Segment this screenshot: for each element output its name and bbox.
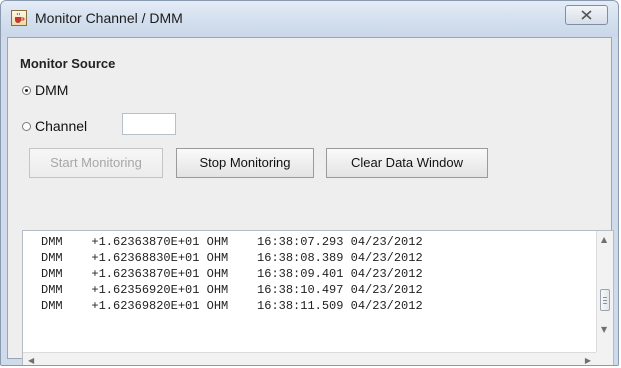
close-button[interactable] — [565, 5, 608, 25]
resize-grip-icon[interactable] — [596, 352, 613, 365]
clear-data-window-button[interactable]: Clear Data Window — [326, 148, 488, 178]
monitor-source-label: Monitor Source — [20, 56, 116, 71]
log-line: DMM +1.62363870E+01 OHM 16:38:09.401 04/… — [41, 267, 423, 281]
grip-line — [603, 303, 607, 304]
data-window[interactable]: DMM +1.62363870E+01 OHM 16:38:07.293 04/… — [22, 230, 614, 365]
close-icon — [581, 10, 592, 20]
radio-dmm-label: DMM — [35, 82, 69, 98]
monitor-window: Monitor Channel / DMM Monitor Source DMM… — [0, 0, 619, 366]
horizontal-scrollbar[interactable]: ◀ ▶ — [23, 352, 597, 365]
grip-line — [603, 297, 607, 298]
grip-line — [603, 300, 607, 301]
title-bar[interactable]: Monitor Channel / DMM — [1, 1, 618, 37]
window-title: Monitor Channel / DMM — [35, 10, 183, 26]
log-line: DMM +1.62356920E+01 OHM 16:38:10.497 04/… — [41, 283, 423, 297]
radio-indicator[interactable] — [22, 122, 31, 131]
scroll-right-icon[interactable]: ▶ — [585, 356, 591, 365]
vertical-scroll-thumb[interactable] — [600, 289, 610, 311]
vertical-scrollbar[interactable]: ▲ ▼ — [596, 231, 613, 353]
radio-channel[interactable]: Channel — [22, 118, 87, 134]
radio-channel-label: Channel — [35, 118, 88, 134]
radio-indicator[interactable] — [22, 86, 31, 95]
channel-input[interactable] — [122, 113, 176, 135]
log-line: DMM +1.62368830E+01 OHM 16:38:08.389 04/… — [41, 251, 423, 265]
radio-dmm[interactable]: DMM — [22, 82, 68, 98]
scroll-down-icon[interactable]: ▼ — [601, 325, 607, 334]
client-area: Monitor Source DMM Channel Start Monitor… — [7, 37, 614, 365]
start-monitoring-button[interactable]: Start Monitoring — [29, 148, 163, 178]
java-cup-icon — [11, 10, 27, 26]
log-line: DMM +1.62363870E+01 OHM 16:38:07.293 04/… — [41, 235, 423, 249]
scroll-up-icon[interactable]: ▲ — [601, 235, 607, 244]
stop-monitoring-button[interactable]: Stop Monitoring — [176, 148, 314, 178]
log-line: DMM +1.62369820E+01 OHM 16:38:11.509 04/… — [41, 299, 423, 313]
scroll-left-icon[interactable]: ◀ — [28, 356, 34, 365]
